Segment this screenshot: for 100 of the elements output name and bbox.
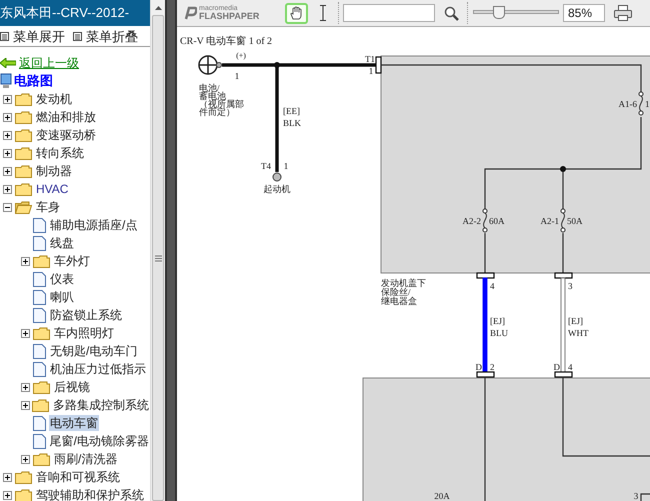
pin-label: 3 [568, 281, 572, 291]
wire-color-label: BLU [490, 328, 508, 338]
pin-label: 1 [368, 66, 374, 76]
collapse-icon[interactable] [3, 202, 12, 212]
tree-item[interactable]: 变速驱动桥 [35, 127, 97, 143]
hand-tool-button[interactable] [285, 2, 308, 24]
back-link[interactable]: 返回上一级 [0, 54, 150, 72]
tree-item[interactable]: 防盗锁止系统 [49, 307, 123, 323]
tree-item[interactable]: 燃油和排放 [35, 109, 97, 125]
tree-item[interactable]: 车内照明灯 [53, 325, 115, 341]
tree-root[interactable]: 电路图 [0, 72, 150, 90]
folder-icon [15, 164, 32, 178]
page-icon [33, 236, 46, 250]
wire-code-label: [EE] [283, 106, 300, 116]
tree-item[interactable]: 车外灯 [53, 253, 91, 269]
tree-item[interactable]: 尾窗/电动镜除雾器 [48, 433, 150, 449]
zoom-slider-thumb[interactable] [492, 6, 505, 19]
fuse-rating-label: 60A [489, 216, 504, 226]
expand-icon[interactable] [3, 490, 12, 500]
folder-icon [15, 182, 32, 196]
tree-item[interactable]: 无钥匙/电动车门 [49, 343, 138, 359]
diagram-title: CR-V 电动车窗 1 of 2 [180, 36, 272, 47]
fuse-box-label: 发动机盖下 [381, 278, 426, 288]
expand-icon[interactable] [3, 148, 12, 158]
page-icon [33, 218, 46, 232]
expand-icon[interactable] [3, 184, 12, 194]
fuse-box-label: 保险丝/ [381, 287, 411, 297]
connector-label: D [476, 362, 482, 372]
folder-icon [15, 488, 32, 501]
tree-item[interactable]: 雨刷/清洗器 [53, 451, 118, 467]
battery-symbol [198, 55, 222, 75]
zoom-slider[interactable] [473, 6, 559, 20]
pin-label: 2 [490, 362, 494, 372]
tree-item[interactable]: 线盘 [49, 235, 75, 251]
list-icon [73, 32, 82, 40]
battery-label: （视所属部 [199, 99, 244, 109]
expand-icon[interactable] [3, 472, 12, 482]
tree-item[interactable]: 转向系统 [35, 145, 85, 161]
folder-icon [32, 398, 49, 412]
battery-label: 蓄电池 [199, 91, 226, 101]
expand-icon[interactable] [3, 112, 12, 122]
battery-label: 电池/ [199, 83, 220, 93]
expand-icon[interactable] [21, 454, 30, 464]
tree-item[interactable]: 制动器 [35, 163, 73, 179]
tree-item[interactable]: 车身 [35, 199, 61, 215]
search-field[interactable] [343, 4, 435, 22]
tree-item[interactable]: 电动车窗 [49, 415, 99, 431]
computer-icon [0, 73, 12, 89]
text-select-button[interactable] [318, 4, 328, 22]
scrollbar-thumb[interactable] [152, 15, 164, 501]
folder-icon [33, 254, 50, 268]
list-icon [0, 32, 9, 40]
expand-icon[interactable] [21, 328, 30, 338]
expand-icon[interactable] [3, 130, 12, 140]
junction-dot [274, 62, 280, 68]
hand-icon [290, 6, 303, 20]
grip-icon [154, 254, 162, 262]
folder-icon [15, 128, 32, 142]
search-button[interactable] [443, 5, 459, 21]
tree-item[interactable]: 喇叭 [49, 289, 75, 305]
print-button[interactable] [613, 3, 633, 23]
tree-item[interactable]: 后视镜 [53, 379, 91, 395]
connector-symbol [554, 371, 573, 378]
connector-label: T4 [261, 161, 271, 171]
menu-button[interactable]: 菜单展开 [0, 28, 65, 44]
fuse-rating-label: 50A [567, 216, 582, 226]
expand-icon[interactable] [3, 94, 12, 104]
folder-icon [15, 470, 32, 484]
logo-icon [183, 6, 197, 20]
expand-icon[interactable] [21, 400, 30, 410]
pin-label: 4 [490, 281, 494, 291]
tree-item[interactable]: 音响和可视系统 [35, 469, 121, 485]
folder-icon [15, 146, 32, 160]
folder-icon [33, 326, 50, 340]
pin-label: 3 [634, 491, 638, 501]
expand-icon[interactable] [21, 256, 30, 266]
tree-item[interactable]: 发动机 [35, 91, 73, 107]
page-icon [33, 308, 46, 322]
fuse-box-label: 继电器盒 [381, 296, 417, 306]
pin-label: 1 [234, 71, 240, 81]
expand-icon[interactable] [21, 382, 30, 392]
tree-item[interactable]: 多路集成控制系统 [52, 397, 150, 413]
battery-label: 件而定） [199, 107, 235, 117]
zoom-field[interactable]: 85% [563, 4, 605, 22]
fuse-label: A1-6 [618, 99, 637, 109]
expand-icon[interactable] [3, 166, 12, 176]
fuse-rating-label: 20A [434, 491, 450, 501]
tree-item[interactable]: 仪表 [49, 271, 75, 287]
tree-item[interactable]: 机油压力过低指示 [49, 361, 147, 377]
scrollbar[interactable] [150, 0, 165, 501]
fuse-symbol [560, 208, 566, 232]
logo-text: FLASHPAPER [199, 12, 260, 21]
fuse-symbol [482, 208, 488, 232]
starter-label: 起动机 [264, 184, 290, 194]
menu-button[interactable]: 菜单折叠 [73, 28, 138, 44]
page-icon [33, 344, 46, 358]
wire-code-label: [EJ] [490, 316, 505, 326]
tree-item[interactable]: 驾驶辅助和保护系统 [35, 487, 145, 501]
tree-item[interactable]: HVAC [35, 181, 70, 197]
tree-item[interactable]: 辅助电源插座/点 [49, 217, 138, 233]
